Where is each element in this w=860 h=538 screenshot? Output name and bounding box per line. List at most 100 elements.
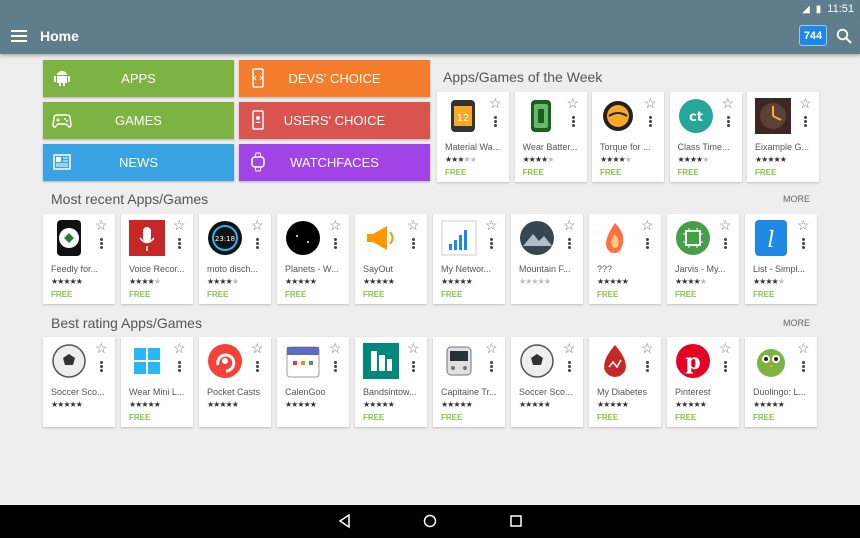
overflow-menu-icon[interactable] bbox=[724, 238, 727, 250]
app-card[interactable]: ☆ Soccer Sco... ★★★★★ bbox=[511, 337, 583, 427]
overflow-menu-icon[interactable] bbox=[646, 361, 649, 373]
app-name: Material Wa... bbox=[445, 142, 501, 152]
overflow-menu-icon[interactable] bbox=[646, 238, 649, 250]
favorite-star-icon[interactable]: ☆ bbox=[719, 218, 732, 232]
app-card[interactable]: ☆ SayOut ★★★★★ FREE bbox=[355, 214, 427, 304]
favorite-star-icon[interactable]: ☆ bbox=[173, 218, 186, 232]
app-name: Duolingo: L... bbox=[753, 387, 807, 397]
favorite-star-icon[interactable]: ☆ bbox=[173, 341, 186, 355]
app-card[interactable]: ☆ Duolingo: L... ★★★★★ FREE bbox=[745, 337, 817, 427]
back-icon[interactable] bbox=[337, 513, 353, 529]
app-card[interactable]: ☆ My Diabetes ★★★★★ FREE bbox=[589, 337, 661, 427]
favorite-star-icon[interactable]: ☆ bbox=[797, 218, 810, 232]
favorite-star-icon[interactable]: ☆ bbox=[489, 96, 502, 110]
app-card[interactable]: ☆ Wear Batter... ★★★★★ FREE bbox=[514, 92, 587, 182]
app-card[interactable]: ☆ Soccer Sco... ★★★★★ bbox=[43, 337, 115, 427]
overflow-menu-icon[interactable] bbox=[334, 238, 337, 250]
category-games-button[interactable]: GAMES bbox=[43, 102, 234, 139]
favorite-star-icon[interactable]: ☆ bbox=[563, 341, 576, 355]
overflow-menu-icon[interactable] bbox=[724, 361, 727, 373]
app-card[interactable]: ☆ Mountain F... ★★★★★ bbox=[511, 214, 583, 304]
app-card[interactable]: p ☆ Pinterest ★★★★★ FREE bbox=[667, 337, 739, 427]
category-label: DEVS' CHOICE bbox=[288, 71, 381, 86]
app-card[interactable]: ☆ Jarvis - My... ★★★★★ FREE bbox=[667, 214, 739, 304]
app-card[interactable]: ☆ Torque for ... ★★★★★ FREE bbox=[592, 92, 664, 182]
app-card[interactable]: ☆ Pocket Casts ★★★★★ bbox=[199, 337, 271, 427]
star-rating: ★★★★★ bbox=[677, 155, 710, 164]
favorite-star-icon[interactable]: ☆ bbox=[251, 341, 264, 355]
favorite-star-icon[interactable]: ☆ bbox=[644, 96, 657, 110]
category-watchfaces-button[interactable]: WATCHFACES bbox=[239, 144, 430, 181]
recents-icon[interactable] bbox=[508, 513, 524, 529]
favorite-star-icon[interactable]: ☆ bbox=[407, 218, 420, 232]
category-users-choice-button[interactable]: USERS' CHOICE bbox=[239, 102, 430, 139]
overflow-menu-icon[interactable] bbox=[334, 361, 337, 373]
app-card[interactable]: ☆ Bandsintow... ★★★★★ FREE bbox=[355, 337, 427, 427]
svg-text:23:18: 23:18 bbox=[215, 235, 235, 243]
category-apps-button[interactable]: APPS bbox=[43, 60, 234, 97]
overflow-menu-icon[interactable] bbox=[726, 116, 730, 128]
star-rating: ★★★★★ bbox=[285, 277, 317, 286]
app-name: Bandsintow... bbox=[363, 387, 417, 397]
overflow-menu-icon[interactable] bbox=[568, 238, 571, 250]
favorite-star-icon[interactable]: ☆ bbox=[407, 341, 420, 355]
favorite-star-icon[interactable]: ☆ bbox=[95, 218, 108, 232]
phone-icon bbox=[252, 68, 264, 88]
overflow-menu-icon[interactable] bbox=[178, 361, 181, 373]
overflow-menu-icon[interactable] bbox=[256, 361, 259, 373]
overflow-menu-icon[interactable] bbox=[490, 238, 493, 250]
overflow-menu-icon[interactable] bbox=[571, 116, 575, 128]
category-devs-choice-button[interactable]: DEVS' CHOICE bbox=[239, 60, 430, 97]
search-icon[interactable] bbox=[836, 28, 852, 44]
app-card[interactable]: ☆ My Networ... ★★★★★ FREE bbox=[433, 214, 505, 304]
app-card[interactable]: l ☆ List - Simpl... ★★★★★ FREE bbox=[745, 214, 817, 304]
favorite-star-icon[interactable]: ☆ bbox=[641, 341, 654, 355]
favorite-star-icon[interactable]: ☆ bbox=[797, 341, 810, 355]
recent-more-link[interactable]: MORE bbox=[783, 194, 810, 204]
app-card[interactable]: ☆ Feedly for... ★★★★★ FREE bbox=[43, 214, 115, 304]
home-icon[interactable] bbox=[422, 513, 438, 529]
overflow-menu-icon[interactable] bbox=[100, 238, 103, 250]
overflow-menu-icon[interactable] bbox=[649, 116, 652, 128]
app-card[interactable]: ct ☆ Class Time... ★★★★★ FREE bbox=[669, 92, 742, 182]
favorite-star-icon[interactable]: ☆ bbox=[799, 96, 812, 110]
favorite-star-icon[interactable]: ☆ bbox=[563, 218, 576, 232]
favorite-star-icon[interactable]: ☆ bbox=[567, 96, 580, 110]
favorite-star-icon[interactable]: ☆ bbox=[251, 218, 264, 232]
overflow-menu-icon[interactable] bbox=[412, 361, 415, 373]
favorite-star-icon[interactable]: ☆ bbox=[485, 341, 498, 355]
app-card[interactable]: ☆ Capitaine Tr... ★★★★★ FREE bbox=[433, 337, 505, 427]
overflow-menu-icon[interactable] bbox=[568, 361, 571, 373]
notification-badge[interactable]: 744 bbox=[799, 25, 827, 46]
app-card[interactable]: ☆ CalenGoo ★★★★★ bbox=[277, 337, 349, 427]
category-news-button[interactable]: NEWS bbox=[43, 144, 234, 181]
overflow-menu-icon[interactable] bbox=[256, 238, 259, 250]
overflow-menu-icon[interactable] bbox=[802, 238, 805, 250]
overflow-menu-icon[interactable] bbox=[178, 238, 181, 250]
price-label: FREE bbox=[51, 290, 73, 299]
app-card[interactable]: ☆ Eixample G... ★★★★★ FREE bbox=[747, 92, 819, 182]
app-card[interactable]: ☆??? ★★★★★ FREE bbox=[589, 214, 661, 304]
app-card[interactable]: ☆ Planets - W... ★★★★★ FREE bbox=[277, 214, 349, 304]
favorite-star-icon[interactable]: ☆ bbox=[641, 218, 654, 232]
favorite-star-icon[interactable]: ☆ bbox=[722, 96, 735, 110]
overflow-menu-icon[interactable] bbox=[494, 116, 497, 128]
app-card[interactable]: ☆ Voice Recor... ★★★★★ FREE bbox=[121, 214, 193, 304]
favorite-star-icon[interactable]: ☆ bbox=[485, 218, 498, 232]
favorite-star-icon[interactable]: ☆ bbox=[95, 341, 108, 355]
overflow-menu-icon[interactable] bbox=[412, 238, 415, 250]
app-card[interactable]: 12 ☆ Material Wa... ★★★★★ FREE bbox=[437, 92, 509, 182]
menu-icon[interactable] bbox=[11, 30, 27, 42]
best-more-link[interactable]: MORE bbox=[783, 318, 810, 328]
overflow-menu-icon[interactable] bbox=[490, 361, 493, 373]
app-card[interactable]: 23:18 ☆ moto disch... ★★★★★ FREE bbox=[199, 214, 271, 304]
overflow-menu-icon[interactable] bbox=[804, 116, 807, 128]
app-card[interactable]: ☆ Wear Mini L... ★★★★★ FREE bbox=[121, 337, 193, 427]
overflow-menu-icon[interactable] bbox=[802, 361, 805, 373]
price-label: FREE bbox=[675, 413, 697, 422]
favorite-star-icon[interactable]: ☆ bbox=[329, 341, 342, 355]
overflow-menu-icon[interactable] bbox=[100, 361, 103, 373]
star-rating: ★★★★★ bbox=[445, 155, 477, 164]
favorite-star-icon[interactable]: ☆ bbox=[719, 341, 732, 355]
favorite-star-icon[interactable]: ☆ bbox=[329, 218, 342, 232]
